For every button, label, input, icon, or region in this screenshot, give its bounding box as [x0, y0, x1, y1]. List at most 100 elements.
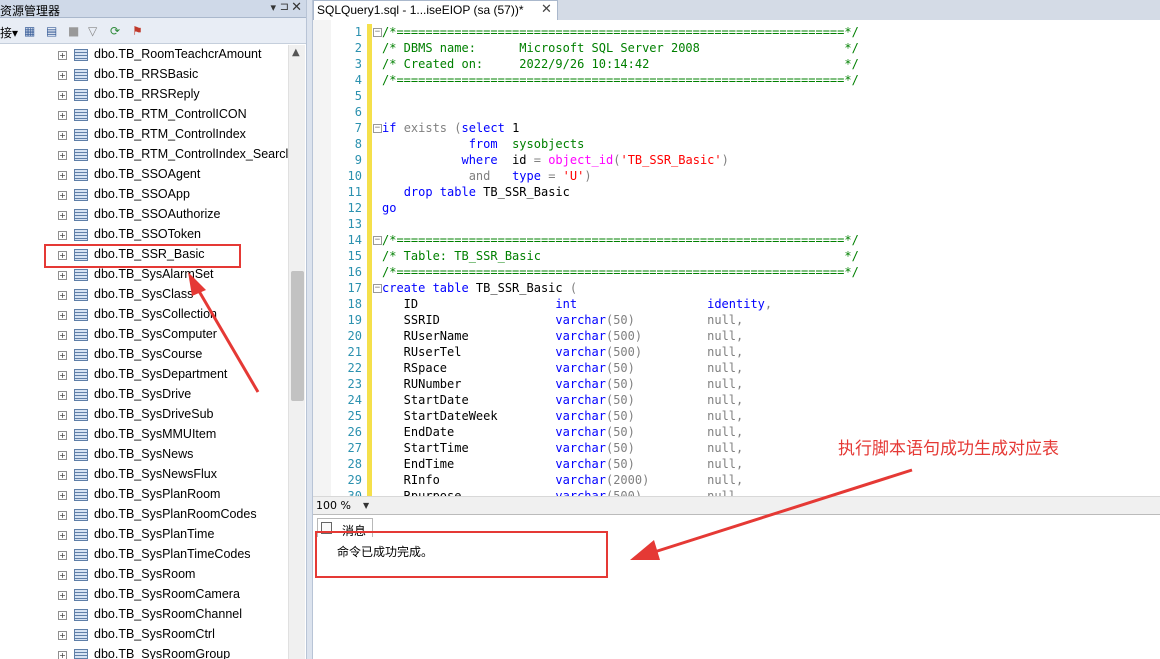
code-token: varchar — [555, 361, 606, 375]
tree-node-table[interactable]: + dbo.TB_SysPlanTimeCodes — [0, 545, 288, 565]
tree-node-label: dbo.TB_SysDepartment — [94, 367, 228, 381]
tree-node-table[interactable]: + dbo.TB_SysRoomGroup — [0, 645, 288, 659]
line-number: 8 — [354, 137, 362, 151]
expand-icon[interactable]: + — [58, 51, 67, 60]
expand-icon[interactable]: + — [58, 71, 67, 80]
fold-toggle-icon[interactable]: − — [373, 124, 382, 133]
tree-node-table[interactable]: + dbo.TB_SysDriveSub — [0, 405, 288, 425]
code-text: EndDate varchar(50) null, — [382, 424, 744, 440]
tree-node-table[interactable]: + dbo.TB_SysAlarmSet — [0, 265, 288, 285]
code-line: 18 ID int identity, — [313, 296, 1160, 312]
tree-node-table[interactable]: + dbo.TB_SysMMUItem — [0, 425, 288, 445]
expand-icon[interactable]: + — [58, 271, 67, 280]
tab-sqlquery1[interactable]: SQLQuery1.sql - 1...iseEIOP (sa (57))* ✕ — [313, 0, 558, 20]
tree-node-table[interactable]: + dbo.TB_RRSBasic — [0, 65, 288, 85]
scrollbar-thumb[interactable] — [291, 271, 304, 401]
expand-icon[interactable]: + — [58, 531, 67, 540]
tree-node-table[interactable]: + dbo.TB_SysDrive — [0, 385, 288, 405]
expand-icon[interactable]: + — [58, 151, 67, 160]
expand-icon[interactable]: + — [58, 591, 67, 600]
tree-node-table[interactable]: + dbo.TB_SysDepartment — [0, 365, 288, 385]
expand-icon[interactable]: + — [58, 411, 67, 420]
tree-node-table[interactable]: + dbo.TB_SysCourse — [0, 345, 288, 365]
tree-node-table[interactable]: + dbo.TB_SysRoomCtrl — [0, 625, 288, 645]
expand-icon[interactable]: + — [58, 351, 67, 360]
table-icon — [74, 509, 88, 521]
tree-node-table[interactable]: + dbo.TB_SysRoom — [0, 565, 288, 585]
expand-icon[interactable]: + — [58, 371, 67, 380]
code-token: 'U' — [562, 169, 585, 183]
code-token: null, — [707, 377, 744, 391]
tree-node-table[interactable]: + dbo.TB_RoomTeachcrAmount — [0, 45, 288, 65]
tree-node-table[interactable]: + dbo.TB_SSOToken — [0, 225, 288, 245]
tree-node-table[interactable]: + dbo.TB_SysPlanTime — [0, 525, 288, 545]
expand-icon[interactable]: + — [58, 91, 67, 100]
expand-icon[interactable]: + — [58, 131, 67, 140]
tree-node-table[interactable]: + dbo.TB_SysPlanRoomCodes — [0, 505, 288, 525]
line-number: 19 — [347, 313, 362, 327]
tree-node-table[interactable]: + dbo.TB_SysComputer — [0, 325, 288, 345]
expand-icon[interactable]: + — [58, 611, 67, 620]
tree-node-table[interactable]: + dbo.TB_SSOAuthorize — [0, 205, 288, 225]
expand-icon[interactable]: + — [58, 111, 67, 120]
code-token: create table — [382, 281, 476, 295]
expand-icon[interactable]: + — [58, 551, 67, 560]
expand-icon[interactable]: + — [58, 291, 67, 300]
code-token: (50) — [605, 393, 708, 407]
scroll-up-icon[interactable]: ▲ — [292, 47, 300, 58]
expand-icon[interactable]: + — [58, 491, 67, 500]
fold-toggle-icon[interactable]: − — [373, 28, 382, 37]
expand-icon[interactable]: + — [58, 191, 67, 200]
tree-node-table[interactable]: + dbo.TB_RTM_ControlICON — [0, 105, 288, 125]
pin-dropdown-icon[interactable]: ▾ — [270, 1, 276, 14]
tree-node-table[interactable]: + dbo.TB_RRSReply — [0, 85, 288, 105]
panel-splitter[interactable] — [306, 0, 313, 659]
expand-icon[interactable]: + — [58, 451, 67, 460]
expand-icon[interactable]: + — [58, 311, 67, 320]
tab-close-icon[interactable]: ✕ — [541, 2, 552, 17]
expand-icon[interactable]: + — [58, 431, 67, 440]
expand-icon[interactable]: + — [58, 171, 67, 180]
stop-icon[interactable]: ■ — [68, 24, 79, 38]
tree-node-table[interactable]: + dbo.TB_SysPlanRoom — [0, 485, 288, 505]
code-editor[interactable]: 1−/*====================================… — [313, 20, 1160, 496]
tree-node-table[interactable]: + dbo.TB_SSOAgent — [0, 165, 288, 185]
expand-icon[interactable]: + — [58, 471, 67, 480]
zoom-dropdown-icon[interactable]: ▼ — [363, 501, 369, 510]
code-text: SSRID varchar(50) null, — [382, 312, 744, 328]
tree-node-table[interactable]: + dbo.TB_SysNews — [0, 445, 288, 465]
fold-toggle-icon[interactable]: − — [373, 284, 382, 293]
line-number: 13 — [347, 217, 362, 231]
connect-server-icon[interactable]: ▦ — [24, 24, 35, 38]
tree-node-table[interactable]: + dbo.TB_RTM_ControlIndex_Searcl — [0, 145, 288, 165]
filter-icon[interactable]: ▽ — [88, 24, 97, 38]
fold-toggle-icon[interactable]: − — [373, 236, 382, 245]
expand-icon[interactable]: + — [58, 511, 67, 520]
expand-icon[interactable]: + — [58, 391, 67, 400]
refresh-icon[interactable]: ⟳ — [110, 24, 120, 38]
tree-node-table[interactable]: + dbo.TB_SysRoomCamera — [0, 585, 288, 605]
tree-node-table[interactable]: + dbo.TB_SSOApp — [0, 185, 288, 205]
disconnect-icon[interactable]: ▤ — [46, 24, 57, 38]
expand-icon[interactable]: + — [58, 211, 67, 220]
tree-node-table[interactable]: + dbo.TB_SysClass — [0, 285, 288, 305]
activity-monitor-icon[interactable]: ⚑ — [132, 24, 143, 38]
close-explorer-icon[interactable]: ✕ — [291, 0, 302, 15]
expand-icon[interactable]: + — [58, 631, 67, 640]
document-tab-bar: SQLQuery1.sql - 1...iseEIOP (sa (57))* ✕ — [313, 0, 1160, 20]
tree-node-table[interactable]: + dbo.TB_SysRoomChannel — [0, 605, 288, 625]
tree-node-table[interactable]: + dbo.TB_SysNewsFlux — [0, 465, 288, 485]
tree-node-table[interactable]: + dbo.TB_RTM_ControlIndex — [0, 125, 288, 145]
expand-icon[interactable]: + — [58, 231, 67, 240]
zoom-level[interactable]: 100 % — [316, 499, 351, 512]
code-line: 3 /* Created on: 2022/9/26 10:14:42 */ — [313, 56, 1160, 72]
line-number: 6 — [354, 105, 362, 119]
code-line: 21 RUserTel varchar(500) null, — [313, 344, 1160, 360]
auto-hide-pin-icon[interactable]: ⊐ — [280, 0, 289, 13]
expand-icon[interactable]: + — [58, 331, 67, 340]
expand-icon[interactable]: + — [58, 651, 67, 659]
tree-node-table[interactable]: + dbo.TB_SysCollection — [0, 305, 288, 325]
expand-icon[interactable]: + — [58, 571, 67, 580]
connect-button[interactable]: 接▾ — [0, 24, 18, 41]
tree-scrollbar[interactable]: ▲ — [288, 45, 305, 659]
